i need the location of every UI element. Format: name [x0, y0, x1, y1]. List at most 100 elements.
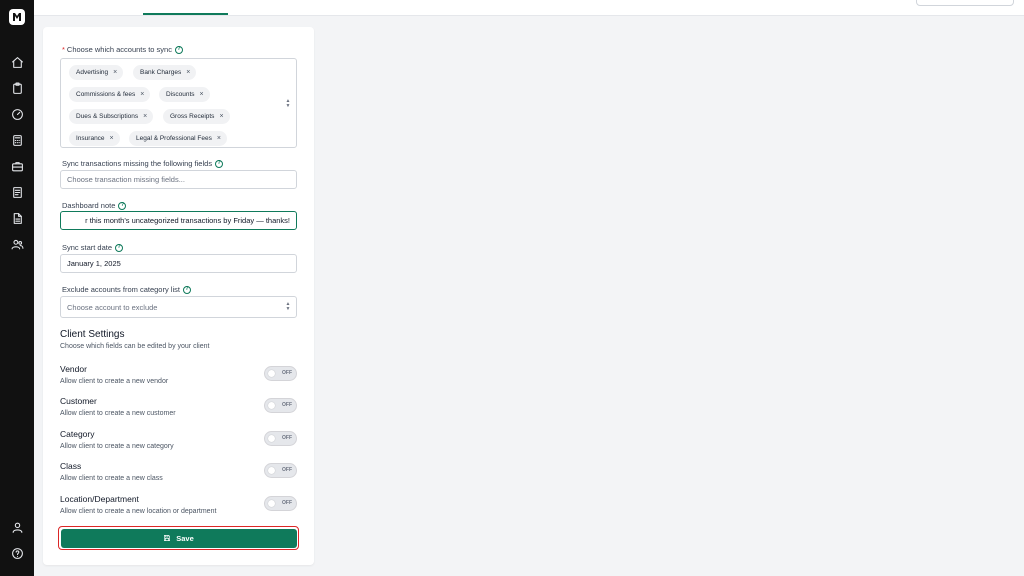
- account-tag-insurance: Insurance ×: [69, 131, 120, 146]
- help-circle-icon[interactable]: [9, 545, 25, 561]
- sync-settings-card: * Choose which accounts to sync ? Adverti…: [43, 27, 314, 565]
- note-label: Dashboard note ?: [62, 201, 127, 210]
- tag-label: Dues & Subscriptions: [76, 113, 139, 120]
- setting-name: Vendor: [60, 364, 87, 374]
- toggle-state: OFF: [282, 435, 292, 441]
- setting-desc: Allow client to create a new class: [60, 475, 163, 482]
- document-icon[interactable]: [9, 210, 25, 226]
- user-icon[interactable]: [9, 519, 25, 535]
- logo-mark: [13, 13, 21, 21]
- save-button[interactable]: Save: [58, 526, 299, 550]
- tag-label: Gross Receipts: [170, 113, 215, 120]
- clipboard-icon[interactable]: [9, 80, 25, 96]
- setting-desc: Allow client to create a new category: [60, 443, 174, 450]
- app-logo[interactable]: [9, 9, 25, 25]
- exclude-label-text: Exclude accounts from category list: [62, 285, 180, 294]
- remove-tag-icon[interactable]: ×: [110, 135, 114, 142]
- exclude-label: Exclude accounts from category list ?: [62, 285, 191, 294]
- class-toggle[interactable]: OFF: [264, 463, 297, 478]
- setting-name: Category: [60, 429, 95, 439]
- toggle-knob: [268, 402, 275, 409]
- setting-vendor: Vendor Allow client to create a new vend…: [60, 364, 297, 390]
- toggle-knob: [268, 467, 275, 474]
- accounts-multiselect[interactable]: Advertising × Bank Charges × Commissions &…: [60, 58, 297, 148]
- toggle-knob: [268, 370, 275, 377]
- toggle-state: OFF: [282, 370, 292, 376]
- toggle-state: OFF: [282, 467, 292, 473]
- client-settings-title: Client Settings: [60, 329, 125, 340]
- toggle-state: OFF: [282, 500, 292, 506]
- start-date-label-text: Sync start date: [62, 243, 113, 252]
- location-department-toggle[interactable]: OFF: [264, 496, 297, 511]
- account-tag-dues-subscriptions: Dues & Subscriptions ×: [69, 109, 154, 124]
- setting-class: Class Allow client to create a new class…: [60, 461, 297, 487]
- setting-name: Customer: [60, 396, 97, 406]
- start-date-label: Sync start date ?: [62, 243, 124, 252]
- exclude-placeholder: Choose account to exclude: [67, 302, 158, 312]
- start-date-input[interactable]: January 1, 2025: [60, 254, 297, 273]
- required-mark: *: [62, 45, 65, 54]
- account-tag-advertising: Advertising ×: [69, 65, 124, 80]
- save-label: Save: [176, 533, 194, 543]
- remove-tag-icon[interactable]: ×: [140, 91, 144, 98]
- setting-name: Class: [60, 461, 82, 471]
- help-icon[interactable]: ?: [118, 201, 127, 210]
- setting-desc: Allow client to create a new location or…: [60, 508, 217, 515]
- setting-desc: Allow client to create a new customer: [60, 410, 176, 417]
- briefcase-icon[interactable]: [9, 158, 25, 174]
- tag-label: Legal & Professional Fees: [136, 135, 212, 142]
- help-icon[interactable]: ?: [182, 285, 191, 294]
- calculator-icon[interactable]: [9, 132, 25, 148]
- save-icon: [164, 535, 171, 541]
- accounts-label-text: Choose which accounts to sync: [66, 45, 172, 54]
- client-settings-subtitle: Choose which fields can be edited by you…: [60, 343, 210, 350]
- help-icon[interactable]: ?: [115, 243, 124, 252]
- missing-fields-label: Sync transactions missing the following …: [62, 159, 224, 168]
- help-icon[interactable]: ?: [174, 45, 183, 54]
- toggle-knob: [268, 500, 275, 507]
- ledger-icon[interactable]: [9, 184, 25, 200]
- help-icon[interactable]: ?: [215, 159, 224, 168]
- remove-tag-icon[interactable]: ×: [200, 91, 204, 98]
- exclude-accounts-select[interactable]: Choose account to exclude ▲ ▼: [60, 296, 297, 318]
- dashboard-note-input[interactable]: r this month's uncategorized transaction…: [60, 211, 297, 230]
- tag-label: Discounts: [166, 91, 195, 98]
- save-button-inner: Save: [60, 528, 297, 548]
- vendor-toggle[interactable]: OFF: [264, 366, 297, 381]
- tag-label: Advertising: [76, 69, 109, 76]
- tag-label: Commissions & fees: [76, 91, 136, 98]
- account-tag-discounts: Discounts ×: [159, 87, 210, 102]
- top-bar: [34, 0, 1024, 16]
- chevron-updown-icon[interactable]: ▲ ▼: [284, 99, 292, 109]
- note-label-text: Dashboard note: [62, 201, 116, 210]
- remove-tag-icon[interactable]: ×: [113, 69, 117, 76]
- setting-name: Location/Department: [60, 494, 139, 504]
- account-tag-bank-charges: Bank Charges ×: [133, 65, 197, 80]
- active-tab-indicator: [143, 13, 228, 15]
- tag-label: Bank Charges: [140, 69, 182, 76]
- accounts-label: * Choose which accounts to sync ?: [62, 45, 183, 54]
- remove-tag-icon[interactable]: ×: [143, 113, 147, 120]
- account-tag-commissions-fees: Commissions & fees ×: [69, 87, 151, 102]
- remove-tag-icon[interactable]: ×: [219, 113, 223, 120]
- customer-toggle[interactable]: OFF: [264, 398, 297, 413]
- gauge-icon[interactable]: [9, 106, 25, 122]
- remove-tag-icon[interactable]: ×: [186, 69, 190, 76]
- chevron-updown-icon: ▲ ▼: [285, 301, 291, 312]
- remove-tag-icon[interactable]: ×: [217, 135, 221, 142]
- tag-label: Insurance: [76, 135, 105, 142]
- sidebar: [0, 0, 34, 576]
- toggle-knob: [268, 435, 275, 442]
- setting-customer: Customer Allow client to create a new cu…: [60, 396, 297, 422]
- setting-desc: Allow client to create a new vendor: [60, 378, 169, 385]
- missing-fields-input[interactable]: Choose transaction missing fields...: [60, 170, 297, 189]
- setting-location-department: Location/Department Allow client to crea…: [60, 494, 297, 520]
- users-icon[interactable]: [9, 236, 25, 252]
- top-right-button[interactable]: [916, 0, 1014, 6]
- note-value: r this month's uncategorized transaction…: [85, 216, 290, 225]
- account-tag-legal-professional-fees: Legal & Professional Fees ×: [129, 131, 227, 146]
- category-toggle[interactable]: OFF: [264, 431, 297, 446]
- setting-category: Category Allow client to create a new ca…: [60, 429, 297, 455]
- home-icon[interactable]: [9, 54, 25, 70]
- toggle-state: OFF: [282, 402, 292, 408]
